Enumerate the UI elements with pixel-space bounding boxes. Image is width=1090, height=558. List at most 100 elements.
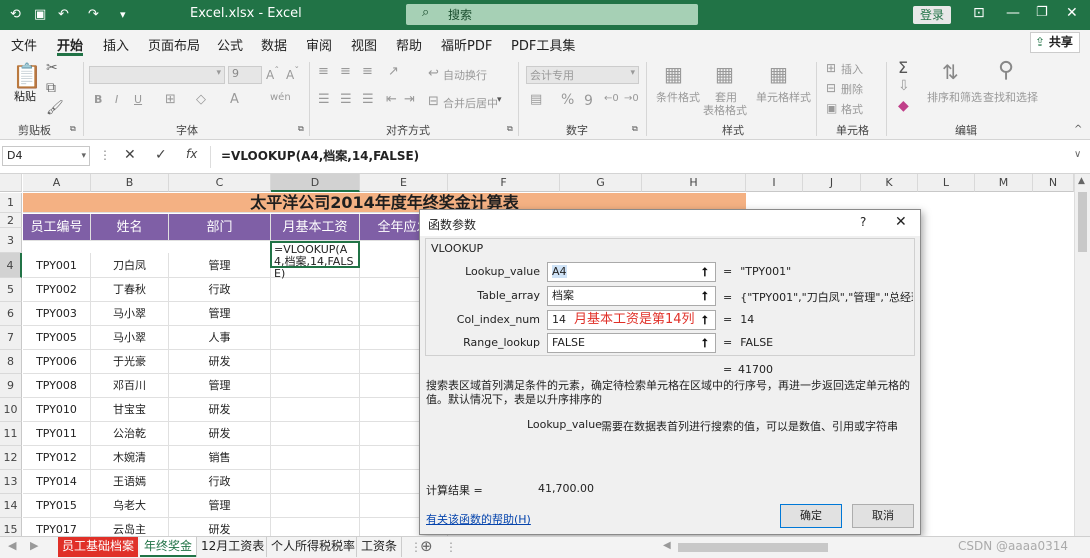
row-header[interactable]: 11 bbox=[0, 422, 22, 446]
tab-formulas[interactable]: 公式 bbox=[217, 35, 243, 54]
table-cell[interactable] bbox=[271, 326, 360, 350]
tab-page-layout[interactable]: 页面布局 bbox=[148, 35, 200, 54]
table-cell[interactable]: 邓百川 bbox=[91, 374, 169, 398]
table-cell[interactable] bbox=[271, 446, 360, 470]
table-cell[interactable]: TPY017 bbox=[23, 518, 91, 536]
table-cell[interactable]: TPY003 bbox=[23, 302, 91, 326]
conditional-format-label[interactable]: 条件格式 bbox=[656, 89, 700, 105]
align-left-icon[interactable]: ☰ bbox=[318, 92, 330, 107]
table-cell[interactable]: 行政 bbox=[169, 278, 271, 302]
decrease-indent-icon[interactable]: ⇤ bbox=[386, 92, 397, 107]
merge-center-label[interactable]: 合并后居中 bbox=[443, 95, 498, 111]
table-cell[interactable]: 公治乾 bbox=[91, 422, 169, 446]
column-header[interactable]: K bbox=[861, 174, 918, 192]
cell-styles-label[interactable]: 单元格样式 bbox=[756, 89, 811, 105]
row-header[interactable]: 13 bbox=[0, 470, 22, 494]
enter-formula-icon[interactable]: ✓ bbox=[155, 147, 167, 163]
table-cell[interactable]: 马小翠 bbox=[91, 302, 169, 326]
row-header[interactable]: 12 bbox=[0, 446, 22, 470]
table-cell[interactable]: 甘宝宝 bbox=[91, 398, 169, 422]
column-header[interactable]: E bbox=[360, 174, 448, 192]
table-cell[interactable]: 于光豪 bbox=[91, 350, 169, 374]
redo-icon[interactable]: ↷ bbox=[88, 7, 99, 22]
table-cell[interactable]: TPY002 bbox=[23, 278, 91, 302]
table-cell[interactable] bbox=[271, 374, 360, 398]
font-name-select[interactable]: ▾ bbox=[89, 66, 225, 84]
sheet-tab-income-tax-rate[interactable]: 个人所得税税率 bbox=[266, 537, 359, 557]
dialog-titlebar[interactable]: 函数参数 ? ✕ bbox=[420, 210, 920, 236]
merge-center-icon[interactable]: ⊟ bbox=[428, 94, 439, 109]
divider-handle-icon[interactable]: ⋮ bbox=[445, 540, 457, 554]
restore-icon[interactable]: ❐ bbox=[1036, 5, 1048, 20]
cut-icon[interactable]: ✂ bbox=[46, 60, 58, 76]
table-cell[interactable]: 王语嫣 bbox=[91, 470, 169, 494]
currency-icon[interactable]: ▤ bbox=[530, 92, 542, 107]
format-cells-icon[interactable]: ▣ bbox=[826, 101, 837, 115]
expand-formula-icon[interactable]: ∨ bbox=[1074, 149, 1081, 160]
orientation-icon[interactable]: ↗ bbox=[388, 64, 399, 79]
clipboard-launcher-icon[interactable]: ⧉ bbox=[70, 124, 76, 134]
sheet-tab-year-end-bonus[interactable]: 年终奖金 bbox=[140, 537, 197, 557]
help-icon[interactable]: ? bbox=[860, 215, 866, 229]
autosave-icon[interactable]: ⟲ bbox=[10, 7, 21, 22]
close-icon[interactable]: ✕ bbox=[895, 214, 907, 230]
undo-icon[interactable]: ↶ bbox=[58, 7, 69, 22]
paste-icon[interactable]: 📋 bbox=[12, 62, 42, 90]
percent-icon[interactable]: % bbox=[561, 92, 574, 108]
font-size-select[interactable]: 9 bbox=[228, 66, 262, 84]
scroll-up-icon[interactable]: ▲ bbox=[1078, 176, 1085, 186]
phonetic-icon[interactable]: wén bbox=[270, 92, 291, 103]
column-header[interactable]: L bbox=[918, 174, 975, 192]
table-cell[interactable]: TPY014 bbox=[23, 470, 91, 494]
arg-input[interactable]: A4 bbox=[547, 262, 716, 282]
arg-input[interactable]: 档案 bbox=[547, 286, 716, 306]
table-cell[interactable] bbox=[271, 494, 360, 518]
column-header[interactable]: F bbox=[448, 174, 560, 192]
table-cell[interactable] bbox=[271, 470, 360, 494]
column-header[interactable]: M bbox=[975, 174, 1033, 192]
tab-data[interactable]: 数据 bbox=[261, 35, 287, 54]
row-header[interactable]: 3 bbox=[0, 228, 22, 253]
decrease-decimal-icon[interactable]: →0 bbox=[624, 93, 639, 104]
column-header[interactable]: B bbox=[91, 174, 169, 192]
row-header[interactable]: 6 bbox=[0, 302, 22, 326]
row-header[interactable]: 4 bbox=[0, 253, 22, 278]
login-button[interactable]: 登录 bbox=[913, 6, 951, 24]
border-icon[interactable]: ⊞ bbox=[165, 92, 176, 107]
delete-cells-icon[interactable]: ⊟ bbox=[826, 81, 836, 95]
table-cell[interactable]: 乌老大 bbox=[91, 494, 169, 518]
tab-scroll-right-icon[interactable]: ▶ bbox=[30, 539, 38, 552]
column-header[interactable]: I bbox=[746, 174, 803, 192]
tab-help[interactable]: 帮助 bbox=[396, 35, 422, 54]
align-top-icon[interactable]: ≡ bbox=[318, 64, 329, 79]
number-format-select[interactable]: 会计专用 ▾ bbox=[526, 66, 639, 84]
column-header[interactable]: H bbox=[642, 174, 746, 192]
copy-icon[interactable]: ⧉ bbox=[46, 80, 56, 96]
ribbon-display-icon[interactable]: ⊡ bbox=[973, 5, 985, 21]
align-right-icon[interactable]: ☰ bbox=[362, 92, 374, 107]
table-cell[interactable] bbox=[271, 302, 360, 326]
bold-icon[interactable]: B bbox=[94, 93, 102, 106]
find-select-label[interactable]: 查找和选择 bbox=[983, 89, 1038, 105]
cancel-button[interactable]: 取消 bbox=[852, 504, 914, 528]
table-cell[interactable]: TPY015 bbox=[23, 494, 91, 518]
row-header[interactable]: 5 bbox=[0, 278, 22, 302]
table-cell[interactable]: 马小翠 bbox=[91, 326, 169, 350]
row-header[interactable]: 1 bbox=[0, 193, 22, 213]
horizontal-scrollbar-thumb[interactable] bbox=[678, 543, 828, 552]
table-cell[interactable]: 人事 bbox=[169, 326, 271, 350]
insert-cells-icon[interactable]: ⊞ bbox=[826, 61, 836, 75]
clear-icon[interactable]: ◆ bbox=[898, 98, 909, 114]
find-select-icon[interactable]: ⚲ bbox=[998, 58, 1014, 83]
align-bottom-icon[interactable]: ≡ bbox=[362, 64, 373, 79]
share-button[interactable]: ⇪ 共享 bbox=[1030, 32, 1080, 53]
column-header[interactable]: A bbox=[23, 174, 91, 192]
fill-color-icon[interactable]: ◇ bbox=[196, 92, 206, 107]
wrap-text-icon[interactable]: ↩ bbox=[428, 66, 439, 81]
format-as-table-label-2[interactable]: 表格格式 bbox=[703, 102, 747, 118]
table-cell[interactable] bbox=[271, 518, 360, 536]
table-cell[interactable]: 行政 bbox=[169, 470, 271, 494]
column-header[interactable]: D bbox=[271, 174, 360, 192]
conditional-format-icon[interactable]: ▦ bbox=[664, 62, 683, 86]
wrap-text-label[interactable]: 自动换行 bbox=[443, 67, 487, 83]
